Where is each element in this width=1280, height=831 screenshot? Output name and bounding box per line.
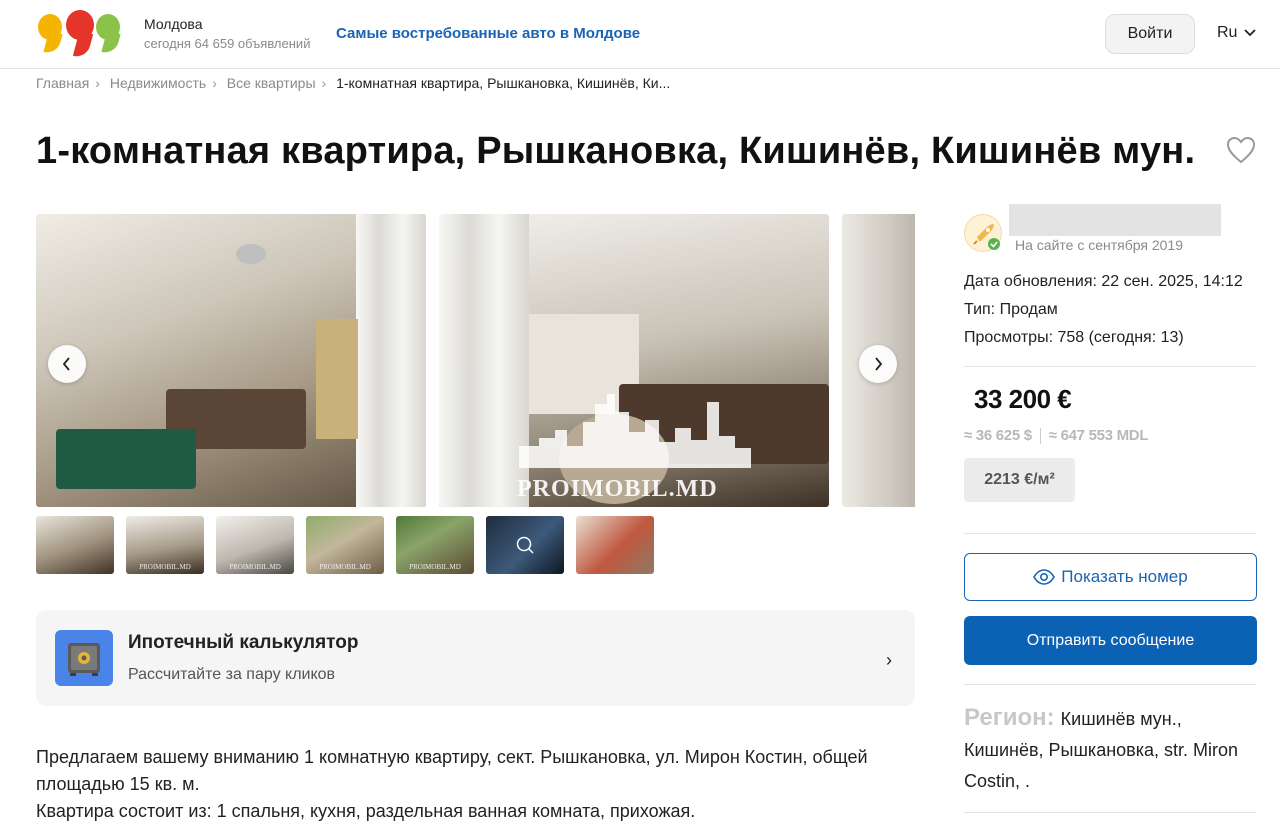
watermark-skyline-icon	[519, 394, 751, 468]
divider	[964, 812, 1256, 813]
header: Молдова сегодня 64 659 объявлений Самые …	[0, 0, 1280, 69]
breadcrumb-home[interactable]: Главная	[36, 75, 89, 91]
rocket-icon	[973, 224, 1000, 250]
thumbnail[interactable]: PROIMOBIL.MD	[126, 516, 204, 574]
language-selector[interactable]: Ru	[1217, 24, 1256, 42]
listing-description: Предлагаем вашему вниманию 1 комнатную к…	[36, 744, 906, 825]
send-message-button[interactable]: Отправить сообщение	[964, 616, 1257, 665]
chevron-down-icon	[1244, 29, 1256, 37]
gallery-prev-button[interactable]	[48, 345, 86, 383]
chevron-left-icon	[62, 357, 70, 371]
chevron-right-icon	[875, 357, 883, 371]
breadcrumb-apartments[interactable]: Все квартиры	[227, 75, 316, 91]
page-title: 1-комнатная квартира, Рышкановка, Кишинё…	[36, 130, 1196, 172]
breadcrumb-real-estate[interactable]: Недвижимость	[110, 75, 206, 91]
thumbnail[interactable]: PROIMOBIL.MD	[306, 516, 384, 574]
listing-photo[interactable]: PROIMOBIL.MD	[439, 214, 829, 507]
description-paragraph: Предлагаем вашему вниманию 1 комнатную к…	[36, 747, 868, 794]
divider	[964, 366, 1256, 367]
safe-icon	[55, 630, 113, 686]
price-mdl: ≈ 647 553 MDL	[1048, 427, 1149, 444]
thumbnail-watermark: PROIMOBIL.MD	[139, 563, 191, 571]
seller-name-redacted[interactable]	[1009, 204, 1221, 236]
site-logo[interactable]	[36, 10, 122, 60]
calculator-subtitle: Рассчитайте за пару кликов	[128, 666, 336, 683]
listing-photo[interactable]	[36, 214, 426, 507]
price-main: 33 200 €	[974, 384, 1072, 414]
listing-type: Тип: Продам	[964, 301, 1058, 318]
price-per-m2: 2213 €/м²	[964, 458, 1075, 502]
thumbnail-watermark: PROIMOBIL.MD	[319, 563, 371, 571]
chevron-right-icon: ›	[886, 650, 892, 670]
language-label: Ru	[1217, 24, 1238, 41]
divider	[964, 684, 1256, 685]
thumbnail[interactable]	[36, 516, 114, 574]
update-date: Дата обновления: 22 сен. 2025, 14:12	[964, 273, 1243, 290]
breadcrumb-separator-icon: ›	[321, 75, 327, 91]
breadcrumb-separator-icon: ›	[95, 75, 100, 91]
favorite-heart-icon[interactable]	[1226, 136, 1256, 164]
seller-avatar[interactable]	[964, 214, 1002, 252]
thumbnail[interactable]	[486, 516, 564, 574]
description-paragraph: Квартира состоит из: 1 спальня, кухня, р…	[36, 801, 696, 821]
thumbnail-watermark: PROIMOBIL.MD	[229, 563, 281, 571]
login-button[interactable]: Войти	[1105, 14, 1195, 54]
show-phone-button[interactable]: Показать номер	[964, 553, 1257, 601]
eye-icon	[1033, 569, 1056, 585]
breadcrumb: Главная › Недвижимость › Все квартиры › 1-к…	[36, 75, 670, 91]
region-name: Молдова	[144, 16, 203, 32]
price-alternatives: ≈ 36 625 $ ≈ 647 553 MDL	[964, 427, 1149, 445]
thumbnail[interactable]: PROIMOBIL.MD	[216, 516, 294, 574]
gallery-next-button[interactable]	[859, 345, 897, 383]
calculator-title: Ипотечный калькулятор	[128, 632, 359, 653]
search-icon	[516, 536, 534, 554]
divider	[964, 533, 1256, 534]
location-label: Регион:	[964, 704, 1055, 731]
price-usd: ≈ 36 625 $	[964, 427, 1032, 444]
seller-since: На сайте с сентября 2019	[1015, 237, 1183, 253]
thumbnail[interactable]	[576, 516, 654, 574]
mortgage-calculator-card[interactable]: Ипотечный калькулятор Рассчитайте за пар…	[36, 610, 915, 706]
thumbnail-watermark: PROIMOBIL.MD	[409, 563, 461, 571]
listings-count: сегодня 64 659 объявлений	[144, 36, 311, 51]
headline-link[interactable]: Самые востребованные авто в Молдове	[336, 25, 640, 42]
view-count: Просмотры: 758 (сегодня: 13)	[964, 329, 1184, 346]
thumbnail[interactable]: PROIMOBIL.MD	[396, 516, 474, 574]
watermark-text: PROIMOBIL.MD	[517, 476, 718, 502]
location-info: Регион: Кишинёв мун., Кишинёв, Рышкановка…	[964, 702, 1256, 797]
photo-gallery[interactable]: PROIMOBIL.MD	[36, 214, 915, 507]
breadcrumb-separator-icon: ›	[212, 75, 217, 91]
breadcrumb-current: 1-комнатная квартира, Рышкановка, Кишинё…	[336, 75, 671, 91]
show-phone-label: Показать номер	[1061, 567, 1188, 586]
